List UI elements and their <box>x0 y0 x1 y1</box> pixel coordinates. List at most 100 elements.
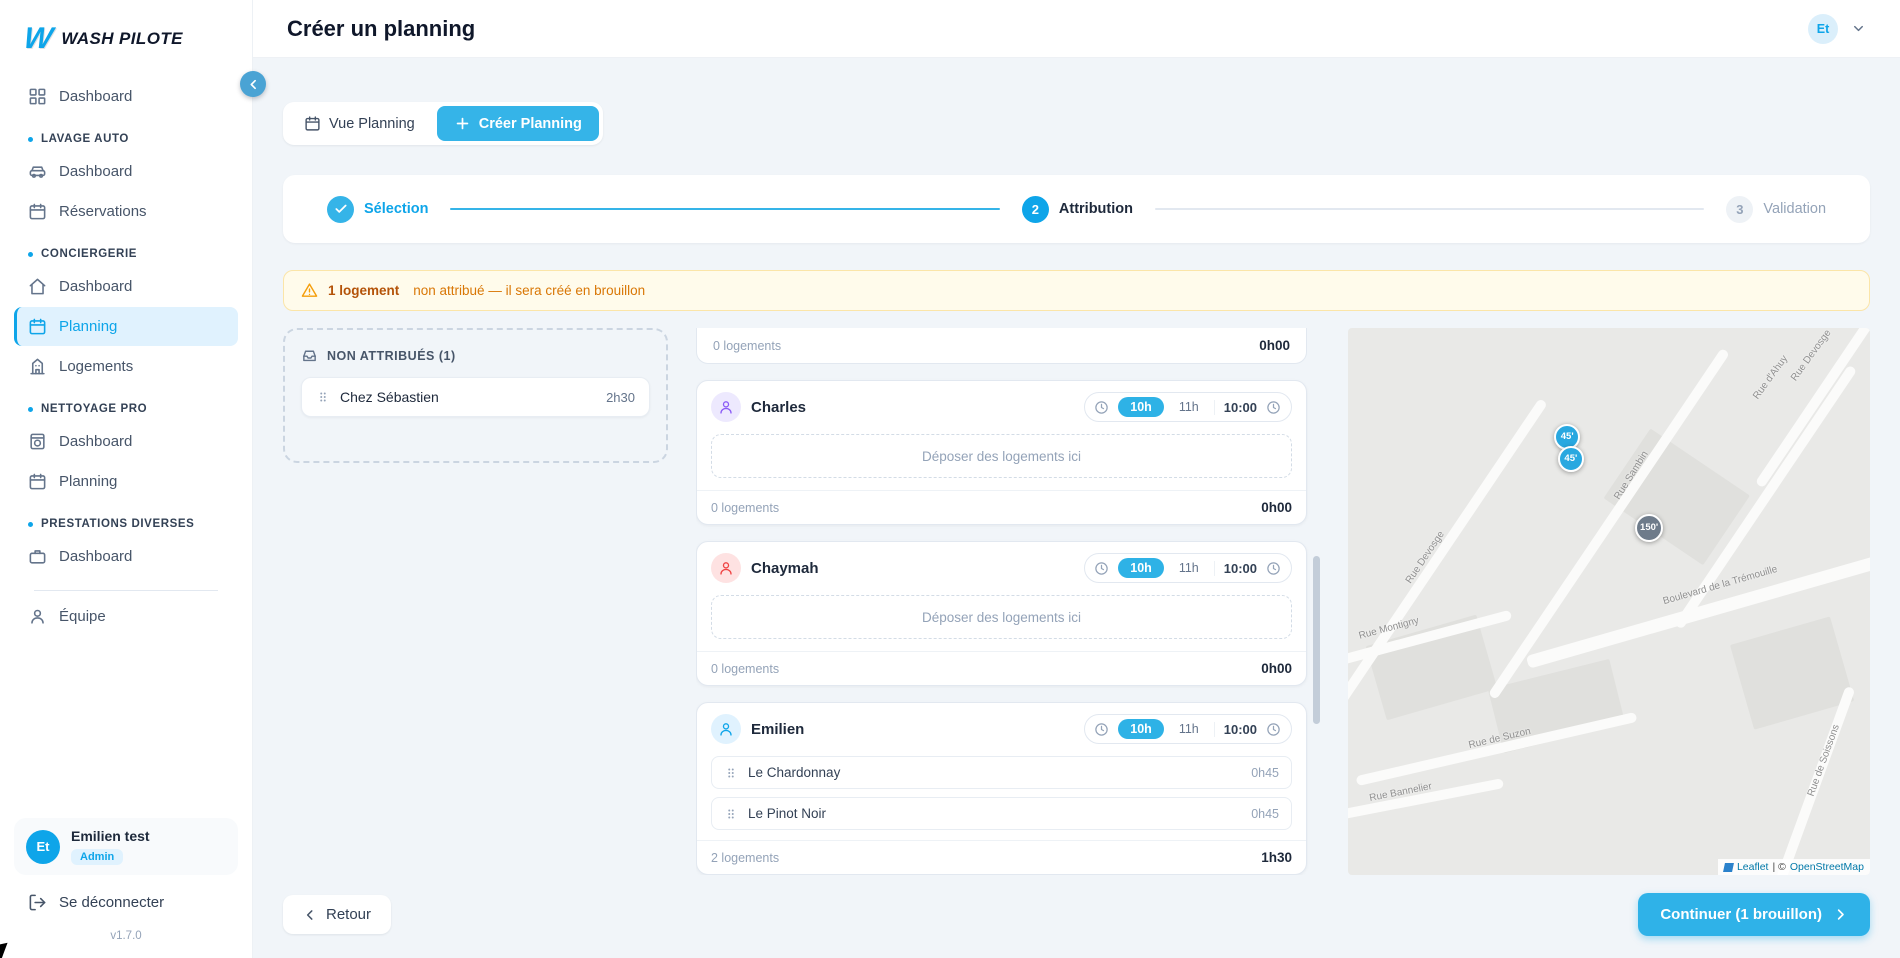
topbar-user-menu[interactable]: Et <box>1808 14 1866 44</box>
grid-icon <box>28 87 47 106</box>
sidebar-item-nettoyage-dashboard[interactable]: Dashboard <box>14 422 238 461</box>
brand-logo[interactable]: W WASH PILOTE <box>0 0 252 76</box>
tab-vue-planning[interactable]: Vue Planning <box>287 106 432 141</box>
employee-card-footer: 2 logements 1h30 <box>697 840 1306 874</box>
user-avatar: Et <box>26 830 60 864</box>
sidebar-item-label: Logements <box>59 358 133 375</box>
step-connector <box>450 208 999 210</box>
slot-11h-button[interactable]: 11h <box>1173 397 1205 417</box>
unassigned-lodging-item[interactable]: Chez Sébastien 2h30 <box>301 377 650 417</box>
assigned-lodgings: Le Chardonnay 0h45 Le Pinot Noir 0h45 <box>711 756 1292 830</box>
sidebar-item-equipe[interactable]: Équipe <box>14 597 238 636</box>
topbar: Créer un planning Et <box>253 0 1900 58</box>
step-attribution[interactable]: 2 Attribution <box>1022 196 1133 223</box>
sidebar-item-logements[interactable]: Logements <box>14 347 238 386</box>
step-validation[interactable]: 3 Validation <box>1726 196 1826 223</box>
sidebar-item-nettoyage-planning[interactable]: Planning <box>14 462 238 501</box>
chevron-down-icon[interactable] <box>1851 21 1866 36</box>
clock-icon[interactable] <box>1266 561 1281 576</box>
warning-bold-text: 1 logement <box>328 283 399 298</box>
street-label: Rue d'Ahuy <box>1751 353 1790 401</box>
sidebar-item-prestations-dashboard[interactable]: Dashboard <box>14 537 238 576</box>
logout-label: Se déconnecter <box>59 894 164 911</box>
slot-10h-button[interactable]: 10h <box>1118 719 1164 739</box>
sidebar-item-reservations[interactable]: Réservations <box>14 192 238 231</box>
sidebar-item-dashboard[interactable]: Dashboard <box>14 77 238 116</box>
slot-10h-button[interactable]: 10h <box>1118 558 1164 578</box>
clock-icon[interactable] <box>1094 400 1109 415</box>
sidebar-item-lavage-dashboard[interactable]: Dashboard <box>14 152 238 191</box>
sidebar-divider <box>34 590 218 591</box>
calendar-icon <box>304 115 321 132</box>
sidebar-spacer <box>0 637 252 808</box>
chevron-left-icon <box>247 78 260 91</box>
clock-icon[interactable] <box>1266 722 1281 737</box>
user-name: Emilien test <box>71 828 150 844</box>
step-selection[interactable]: Sélection <box>327 196 428 223</box>
start-time-value[interactable]: 10:00 <box>1214 722 1257 737</box>
total-duration: 0h00 <box>1259 338 1290 353</box>
clock-icon[interactable] <box>1266 400 1281 415</box>
lodging-duration: 0h45 <box>1251 807 1279 821</box>
employee-avatar <box>711 714 741 744</box>
employee-avatar <box>711 553 741 583</box>
map-marker-45[interactable]: 45' <box>1558 446 1584 472</box>
section-bullet <box>28 407 33 412</box>
time-slot-selector: 10h 11h 10:00 <box>1084 714 1292 744</box>
sidebar: W WASH PILOTE Dashboard LAVAGE AUTO Dash… <box>0 0 253 958</box>
page-title: Créer un planning <box>287 16 475 42</box>
slot-10h-button[interactable]: 10h <box>1118 397 1164 417</box>
leaflet-link[interactable]: Leaflet <box>1737 861 1769 873</box>
person-icon <box>718 560 734 576</box>
tab-creer-planning[interactable]: Créer Planning <box>437 106 599 141</box>
drag-handle-icon[interactable] <box>724 807 738 821</box>
drag-handle-icon[interactable] <box>316 390 330 404</box>
sidebar-collapse-button[interactable] <box>240 71 266 97</box>
app-root: W WASH PILOTE Dashboard LAVAGE AUTO Dash… <box>0 0 1900 958</box>
continue-button[interactable]: Continuer (1 brouillon) <box>1638 893 1870 936</box>
openstreetmap-link[interactable]: OpenStreetMap <box>1790 861 1864 873</box>
start-time-value[interactable]: 10:00 <box>1214 400 1257 415</box>
employee-avatar <box>711 392 741 422</box>
slot-11h-button[interactable]: 11h <box>1173 719 1205 739</box>
sidebar-item-label: Dashboard <box>59 433 132 450</box>
start-time-value[interactable]: 10:00 <box>1214 561 1257 576</box>
back-button[interactable]: Retour <box>283 895 391 934</box>
person-icon <box>718 721 734 737</box>
step-label: Validation <box>1763 201 1826 217</box>
tab-label: Vue Planning <box>329 116 415 132</box>
lodging-dropzone[interactable]: Déposer des logements ici <box>711 434 1292 478</box>
clock-icon[interactable] <box>1094 722 1109 737</box>
back-label: Retour <box>326 906 371 923</box>
lodging-dropzone[interactable]: Déposer des logements ici <box>711 595 1292 639</box>
sidebar-item-conciergerie-dashboard[interactable]: Dashboard <box>14 267 238 306</box>
map-panel[interactable]: Rue Devosge Rue Devosge Rue d'Ahuy Rue S… <box>1348 328 1870 875</box>
chevron-left-icon <box>303 908 317 922</box>
employee-card-footer: 0 logements 0h00 <box>697 651 1306 685</box>
assigned-lodging-item[interactable]: Le Pinot Noir 0h45 <box>711 797 1292 830</box>
logout-button[interactable]: Se déconnecter <box>0 881 252 924</box>
topbar-avatar[interactable]: Et <box>1808 14 1838 44</box>
warning-icon <box>301 282 318 299</box>
slot-11h-button[interactable]: 11h <box>1173 558 1205 578</box>
clock-icon[interactable] <box>1094 561 1109 576</box>
scrollbar-thumb[interactable] <box>1313 556 1320 724</box>
calendar-icon <box>28 202 47 221</box>
car-icon <box>28 162 47 181</box>
step-label: Sélection <box>364 201 428 217</box>
sidebar-item-planning-active[interactable]: Planning <box>14 307 238 346</box>
map-marker-150[interactable]: 150' <box>1635 514 1663 542</box>
sidebar-user-card[interactable]: Et Emilien test Admin <box>14 818 238 875</box>
building-icon <box>28 357 47 376</box>
drag-handle-icon[interactable] <box>724 766 738 780</box>
section-label-nettoyage-pro: NETTOYAGE PRO <box>10 387 242 421</box>
assigned-lodging-item[interactable]: Le Chardonnay 0h45 <box>711 756 1292 789</box>
employee-card-header: Emilien 10h 11h 10:00 <box>697 703 1306 755</box>
section-bullet <box>28 522 33 527</box>
section-label-prestations: PRESTATIONS DIVERSES <box>10 502 242 536</box>
draft-warning-banner: 1 logement non attribué — il sera créé e… <box>283 270 1870 311</box>
sidebar-item-label: Planning <box>59 473 117 490</box>
lodging-count: 0 logements <box>711 501 779 515</box>
lodging-duration: 2h30 <box>606 390 635 405</box>
employee-card-chaymah: Chaymah 10h 11h 10:00 Déposer des logeme… <box>696 541 1307 686</box>
